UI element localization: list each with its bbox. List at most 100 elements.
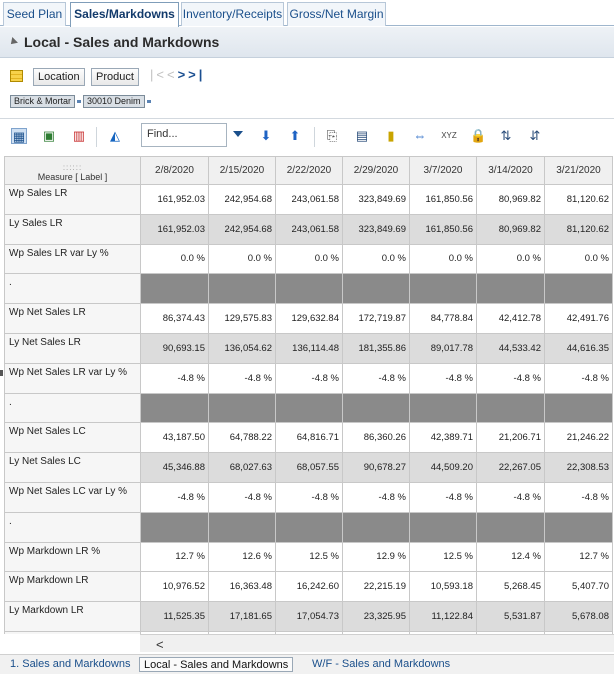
- date-column-header[interactable]: 2/8/2020: [140, 156, 209, 185]
- date-column-header[interactable]: 2/22/2020: [275, 156, 343, 185]
- line-chart-icon[interactable]: ◭: [107, 128, 123, 144]
- grid-cell[interactable]: 242,954.68: [208, 184, 276, 215]
- bar-chart-icon[interactable]: ▥: [71, 128, 87, 144]
- grid-cell[interactable]: [342, 392, 410, 424]
- row-label[interactable]: Ly Net Sales LR: [4, 332, 141, 364]
- date-column-header[interactable]: 3/14/2020: [476, 156, 545, 185]
- scroll-left-icon[interactable]: <: [156, 637, 164, 652]
- grid-cell[interactable]: -4.8 %: [140, 362, 209, 394]
- grid-cell[interactable]: 0.0 %: [342, 243, 410, 275]
- grid-cell[interactable]: [476, 511, 545, 543]
- grid-cell[interactable]: -4.8 %: [275, 481, 343, 513]
- grid-cell[interactable]: [544, 273, 613, 305]
- grid-cell[interactable]: 90,678.27: [342, 452, 410, 483]
- grid-layout-icon[interactable]: [10, 70, 23, 82]
- grid-cell[interactable]: 16,363.48: [208, 571, 276, 603]
- grid-cell[interactable]: [342, 511, 410, 543]
- grid-cell[interactable]: 23,325.95: [342, 601, 410, 632]
- grid-cell[interactable]: 12.7 %: [544, 541, 613, 573]
- grid-cell[interactable]: 0.0 %: [208, 243, 276, 275]
- grid-cell[interactable]: [476, 273, 545, 305]
- grid-cell[interactable]: 0.0 %: [544, 243, 613, 275]
- grid-cell[interactable]: 81,120.62: [544, 213, 613, 245]
- grid-cell[interactable]: -4.8 %: [275, 362, 343, 394]
- grid-cell[interactable]: 21,246.22: [544, 422, 613, 454]
- grid-cell[interactable]: 12.9 %: [342, 541, 410, 573]
- row-label[interactable]: Ly Net Sales LC: [4, 452, 141, 483]
- grid-cell[interactable]: 68,027.63: [208, 452, 276, 483]
- row-label[interactable]: Wp Markdown LR %: [4, 541, 141, 573]
- grid-cell[interactable]: 172,719.87: [342, 303, 410, 334]
- grid-cell[interactable]: 22,215.19: [342, 571, 410, 603]
- find-up-icon[interactable]: ⬆: [287, 128, 303, 144]
- grid-cell[interactable]: 10,976.52: [140, 571, 209, 603]
- prev-page-icon[interactable]: <: [167, 67, 178, 82]
- grid-cell[interactable]: [342, 273, 410, 305]
- export-icon[interactable]: ⎘: [324, 128, 340, 144]
- grid-cell[interactable]: 42,491.76: [544, 303, 613, 334]
- grid-cell[interactable]: 11,122.84: [409, 601, 477, 632]
- show-hide-icon[interactable]: ▤: [354, 128, 370, 144]
- grid-cell[interactable]: 243,061.58: [275, 184, 343, 215]
- grid-cell[interactable]: 44,616.35: [544, 332, 613, 364]
- grid-cell[interactable]: [476, 392, 545, 424]
- grid-cell[interactable]: 86,374.43: [140, 303, 209, 334]
- grid-cell[interactable]: -4.8 %: [476, 481, 545, 513]
- row-label[interactable]: [4, 630, 141, 634]
- worksheet-tab-local[interactable]: Local - Sales and Markdowns: [139, 657, 294, 672]
- grid-cell[interactable]: 5,268.45: [476, 571, 545, 603]
- date-column-header[interactable]: 2/15/2020: [208, 156, 276, 185]
- grid-cell[interactable]: 5,531.87: [476, 601, 545, 632]
- worksheet-tab-1[interactable]: 1. Sales and Markdowns: [6, 657, 134, 672]
- grid-cell[interactable]: [140, 511, 209, 543]
- grid-cell[interactable]: -4.8 %: [208, 481, 276, 513]
- grid-cell[interactable]: 5,678.08: [544, 601, 613, 632]
- grid-cell[interactable]: 64,788.22: [208, 422, 276, 454]
- date-column-header[interactable]: 3/21/2020: [544, 156, 613, 185]
- grid-cell[interactable]: [275, 273, 343, 305]
- row-label[interactable]: Wp Net Sales LC var Ly %: [4, 481, 141, 513]
- grid-cell[interactable]: 181,355.86: [342, 332, 410, 364]
- grid-cell[interactable]: -4.8 %: [544, 362, 613, 394]
- grid-cell[interactable]: 22,267.05: [476, 452, 545, 483]
- grid-cell[interactable]: -4.8 %: [409, 362, 477, 394]
- grid-cell[interactable]: 44,509.20: [409, 452, 477, 483]
- xyz-format-icon[interactable]: XYZ: [441, 128, 457, 144]
- grid-cell[interactable]: 243,061.58: [275, 213, 343, 245]
- grid-cell[interactable]: 68,057.55: [275, 452, 343, 483]
- worksheet-tab-wf[interactable]: W/F - Sales and Markdowns: [308, 657, 454, 672]
- grid-cell[interactable]: 12.6 %: [208, 541, 276, 573]
- grid-cell[interactable]: 90,693.15: [140, 332, 209, 364]
- crumb-product[interactable]: 30010 Denim: [83, 95, 145, 108]
- grid-cell[interactable]: 161,952.03: [140, 213, 209, 245]
- grid-cell[interactable]: 43,187.50: [140, 422, 209, 454]
- grid-cell[interactable]: -4.8 %: [476, 362, 545, 394]
- grid-cell[interactable]: -4.8 %: [544, 481, 613, 513]
- spread-icon[interactable]: ▮: [383, 128, 399, 144]
- grid-cell[interactable]: -4.8 %: [140, 481, 209, 513]
- grid-cell[interactable]: 136,054.62: [208, 332, 276, 364]
- grid-cell[interactable]: 323,849.69: [342, 213, 410, 245]
- row-label[interactable]: Wp Sales LR: [4, 184, 141, 215]
- last-page-icon[interactable]: >|: [188, 67, 205, 82]
- grid-cell[interactable]: [409, 392, 477, 424]
- grid-cell[interactable]: [208, 273, 276, 305]
- table-view-icon[interactable]: ▦: [11, 128, 27, 144]
- grid-cell[interactable]: 0.0 %: [476, 243, 545, 275]
- grid-cell[interactable]: 89,017.78: [409, 332, 477, 364]
- grid-cell[interactable]: 161,850.56: [409, 213, 477, 245]
- grid-cell[interactable]: 10,593.18: [409, 571, 477, 603]
- grid-cell[interactable]: 17,054.73: [275, 601, 343, 632]
- grid-cell[interactable]: 12.5 %: [409, 541, 477, 573]
- row-label[interactable]: Wp Net Sales LC: [4, 422, 141, 454]
- grid-cell[interactable]: 80,969.82: [476, 213, 545, 245]
- grid-cell[interactable]: 5,407.70: [544, 571, 613, 603]
- tab-sales-markdowns[interactable]: Sales/Markdowns: [70, 2, 179, 27]
- date-column-header[interactable]: 3/7/2020: [409, 156, 477, 185]
- tab-seed-plan[interactable]: Seed Plan: [3, 2, 66, 26]
- row-label[interactable]: Ly Markdown LR: [4, 601, 141, 632]
- row-label[interactable]: Wp Net Sales LR var Ly %: [4, 362, 141, 394]
- grid-cell[interactable]: 12.4 %: [476, 541, 545, 573]
- grid-cell[interactable]: 21,206.71: [476, 422, 545, 454]
- find-input[interactable]: Find...: [141, 123, 227, 147]
